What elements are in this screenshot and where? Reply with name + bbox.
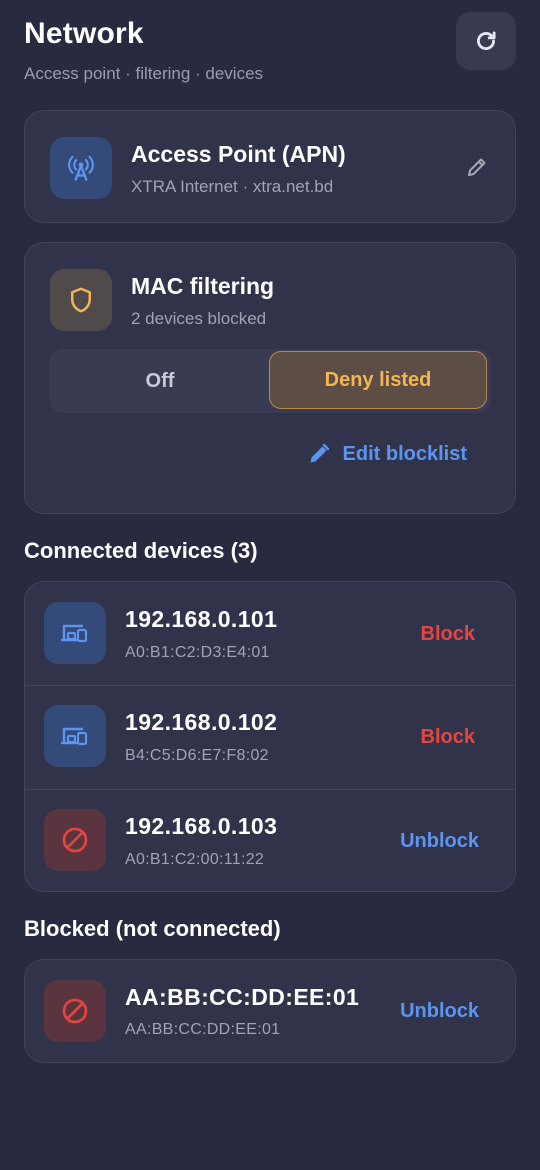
device-icon-tile bbox=[44, 705, 106, 767]
blocked-devices-heading: Blocked (not connected) bbox=[24, 916, 281, 941]
antenna-icon bbox=[68, 155, 94, 181]
device-ip: 192.168.0.101 bbox=[125, 606, 278, 632]
device-ip: 192.168.0.102 bbox=[125, 709, 278, 735]
refresh-icon bbox=[477, 31, 496, 50]
blocked-devices-list: AA:BB:CC:DD:EE:01 AA:BB:CC:DD:EE:01 Unbl… bbox=[24, 959, 516, 1063]
devices-icon bbox=[60, 624, 88, 643]
apn-card[interactable]: Access Point (APN) XTRA Internet · xtra.… bbox=[24, 110, 516, 223]
header: Network Access point · filtering · devic… bbox=[24, 12, 516, 83]
mac-filtering-title: MAC filtering bbox=[131, 273, 275, 299]
network-screen: Network Access point · filtering · devic… bbox=[0, 0, 540, 1170]
blocked-device-mac: AA:BB:CC:DD:EE:01 bbox=[125, 1021, 281, 1038]
pencil-icon bbox=[310, 443, 329, 463]
apn-icon-tile bbox=[50, 137, 112, 199]
device-row: AA:BB:CC:DD:EE:01 AA:BB:CC:DD:EE:01 Unbl… bbox=[25, 960, 515, 1063]
shield-icon bbox=[71, 287, 91, 313]
device-mac: A0:B1:C2:D3:E4:01 bbox=[125, 644, 270, 661]
devices-icon bbox=[60, 727, 88, 746]
connected-devices-heading: Connected devices (3) bbox=[24, 538, 258, 563]
page-subtitle: Access point · filtering · devices bbox=[24, 64, 264, 83]
device-icon-tile bbox=[44, 602, 106, 664]
blocked-icon bbox=[62, 998, 88, 1024]
mac-filtering-status: 2 devices blocked bbox=[131, 309, 267, 328]
device-icon-tile bbox=[44, 809, 106, 871]
device-mac: A0:B1:C2:00:11:22 bbox=[125, 851, 265, 868]
apn-title: Access Point (APN) bbox=[131, 141, 346, 167]
filter-mode-off[interactable]: Off bbox=[49, 349, 271, 413]
blocked-device-name: AA:BB:CC:DD:EE:01 bbox=[125, 984, 360, 1010]
filter-mode-toggle: Off Deny listed bbox=[49, 349, 491, 413]
mac-filtering-card: MAC filtering 2 devices blocked Off Deny… bbox=[24, 242, 516, 514]
device-mac: B4:C5:D6:E7:F8:02 bbox=[125, 747, 269, 764]
connected-devices-list: 192.168.0.101 A0:B1:C2:D3:E4:01 Block 19… bbox=[24, 581, 516, 892]
edit-blocklist-label: Edit blocklist bbox=[342, 442, 467, 465]
unblock-button[interactable]: Unblock bbox=[400, 1000, 479, 1023]
device-ip: 192.168.0.103 bbox=[125, 813, 278, 839]
mac-icon-tile bbox=[50, 269, 112, 331]
unblock-button[interactable]: Unblock bbox=[400, 830, 479, 853]
device-row: 192.168.0.103 A0:B1:C2:00:11:22 Unblock bbox=[25, 790, 515, 893]
pencil-icon[interactable] bbox=[465, 155, 489, 179]
device-icon-tile bbox=[44, 980, 106, 1042]
apn-detail: XTRA Internet · xtra.net.bd bbox=[131, 177, 334, 196]
filter-mode-deny-listed[interactable]: Deny listed bbox=[269, 351, 487, 409]
edit-blocklist-button[interactable]: Edit blocklist bbox=[307, 441, 467, 467]
page-title: Network bbox=[24, 17, 144, 50]
refresh-button[interactable] bbox=[456, 12, 516, 70]
blocked-icon bbox=[62, 827, 88, 853]
device-row: 192.168.0.102 B4:C5:D6:E7:F8:02 Block bbox=[25, 686, 515, 789]
device-row: 192.168.0.101 A0:B1:C2:D3:E4:01 Block bbox=[25, 582, 515, 685]
block-button[interactable]: Block bbox=[421, 623, 475, 646]
block-button[interactable]: Block bbox=[421, 726, 475, 749]
